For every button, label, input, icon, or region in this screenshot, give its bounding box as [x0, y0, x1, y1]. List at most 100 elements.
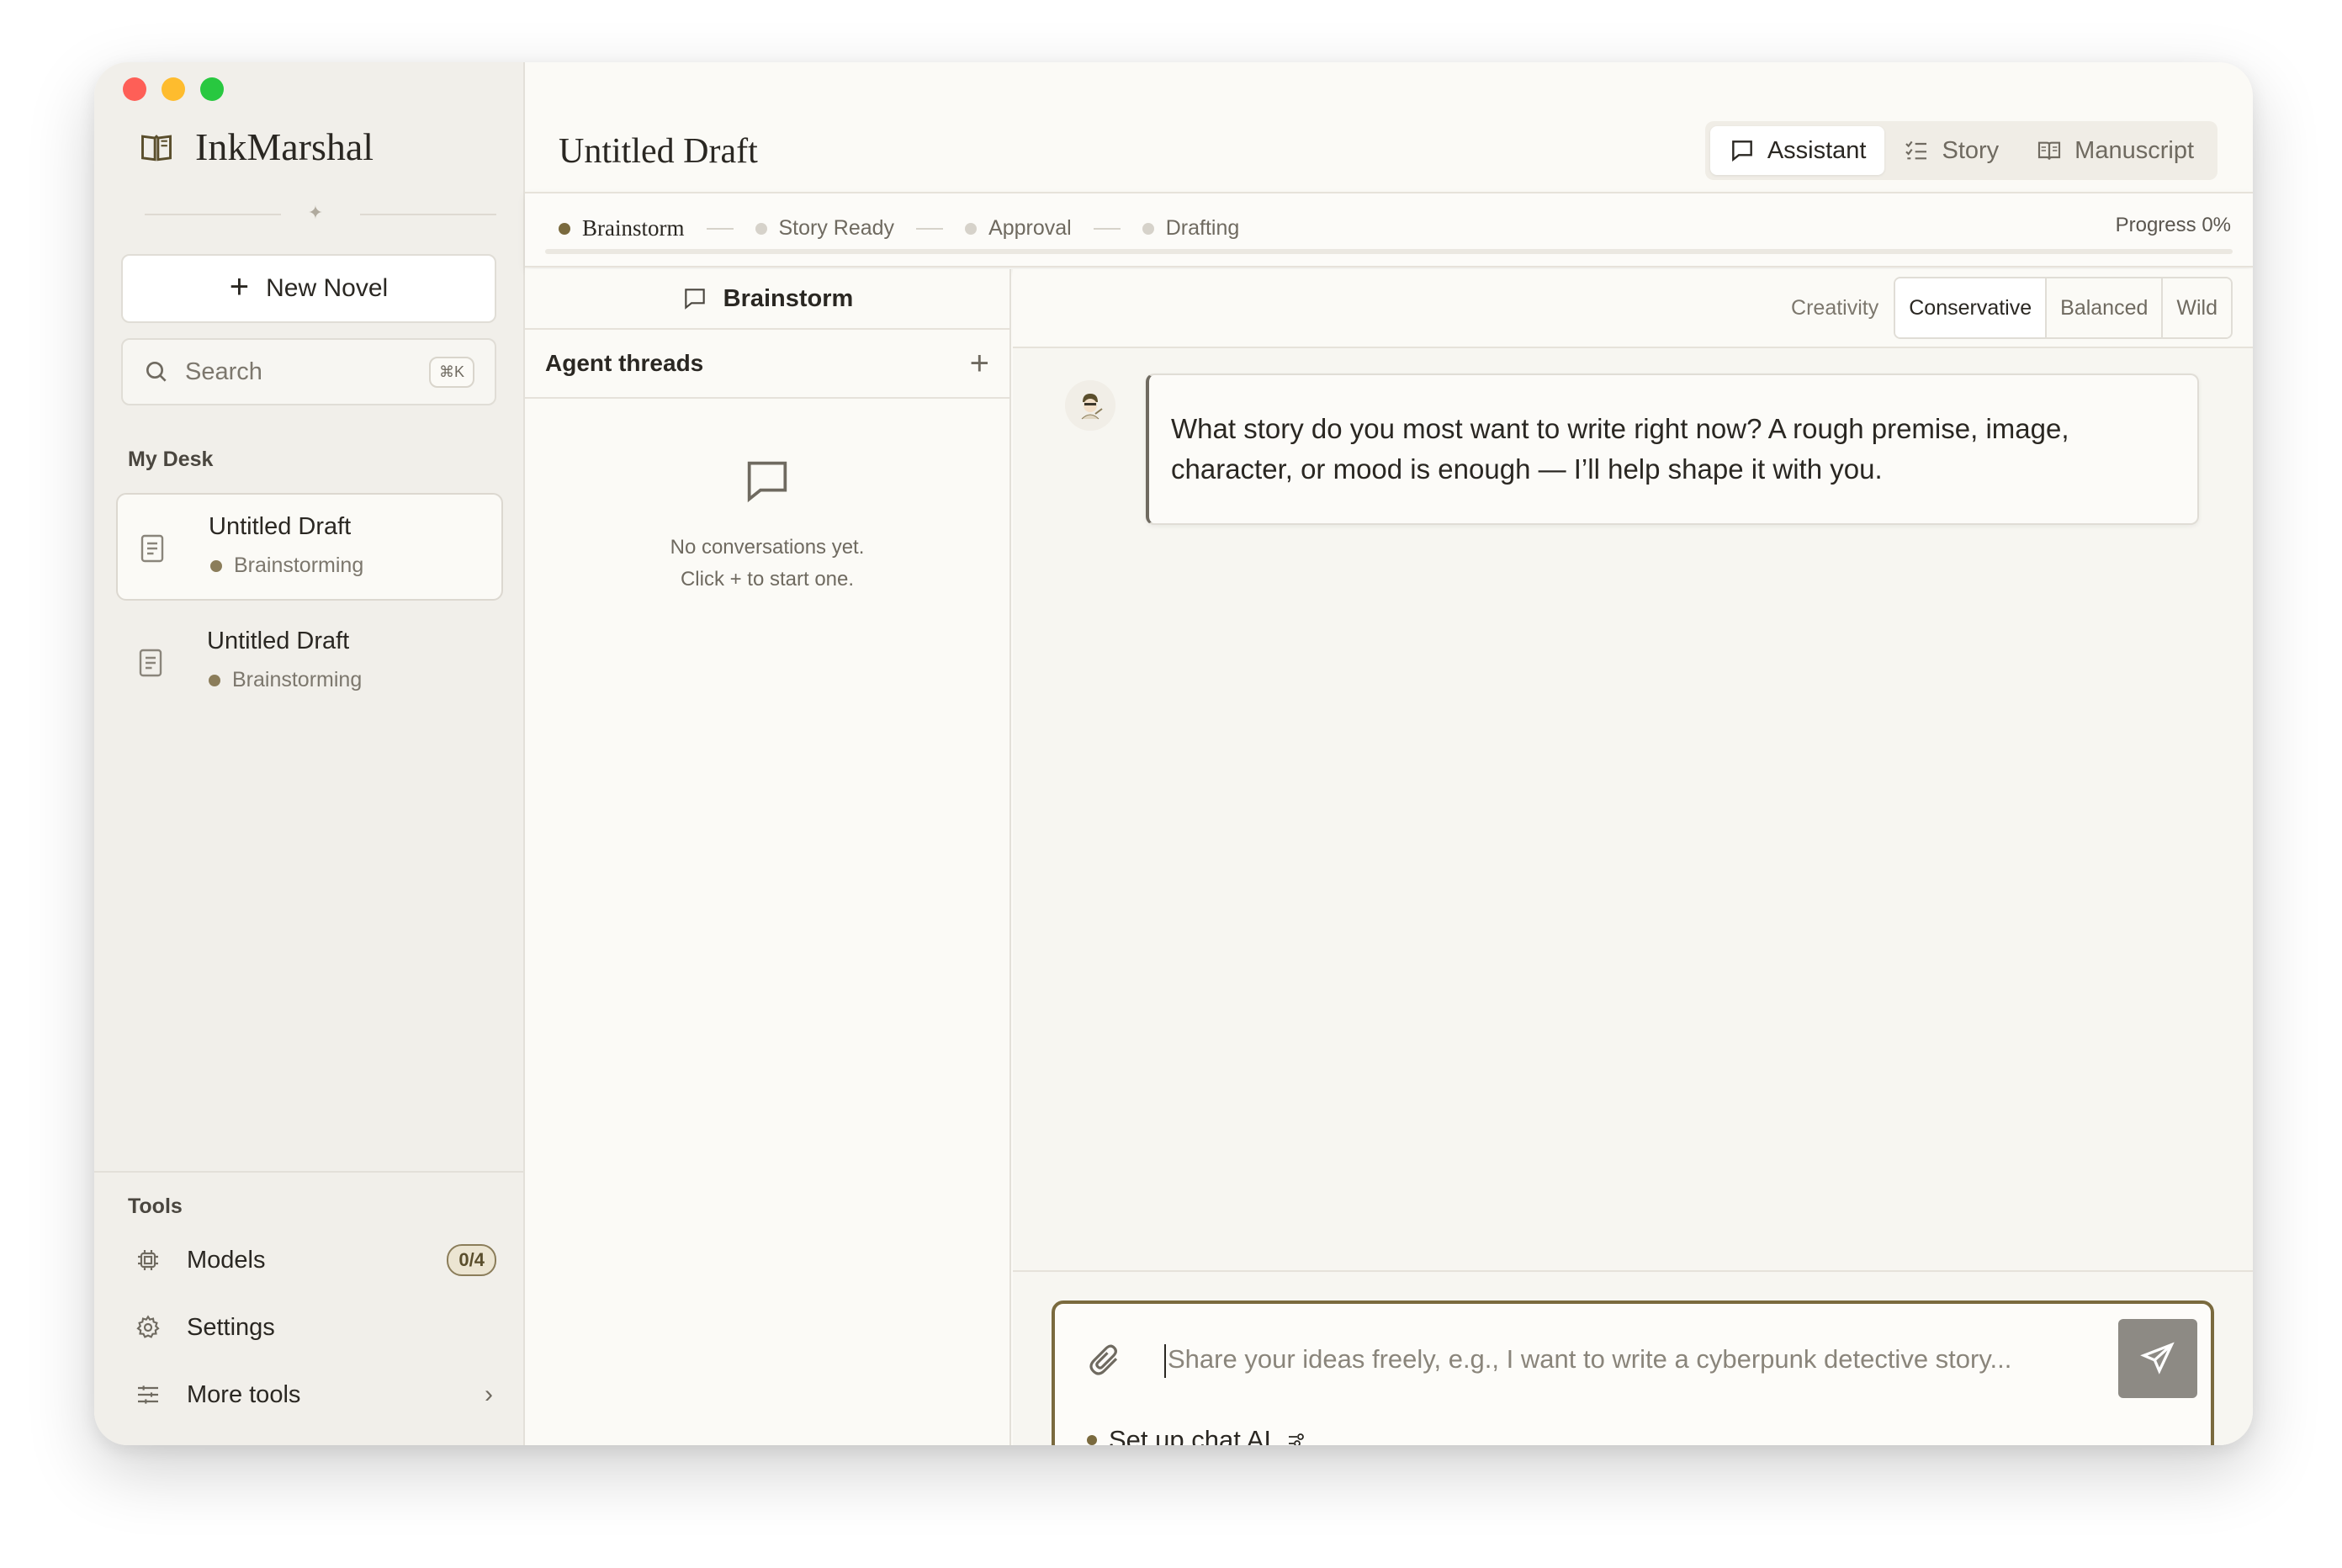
checklist-icon — [1905, 140, 1927, 160]
view-tabs: Assistant Story Manuscript — [1704, 121, 2217, 180]
models-label: Models — [187, 1246, 266, 1274]
creativity-conservative-button[interactable]: Conservative — [1895, 278, 2046, 337]
chat-panel: Creativity Conservative Balanced Wild Wh… — [1013, 269, 2253, 1445]
document-status: Brainstorming — [209, 554, 363, 578]
threads-panel: Brainstorm Agent threads + No conversati… — [525, 269, 1011, 1445]
app-name: InkMarshal — [195, 125, 374, 168]
document-title: Untitled Draft — [207, 628, 350, 654]
progress-label: Progress 0% — [2115, 214, 2231, 236]
document-status-label: Brainstorming — [234, 554, 364, 577]
stage-separator — [916, 227, 944, 230]
text-caret — [1164, 1344, 1166, 1378]
document-item[interactable]: Untitled Draft Brainstorming — [116, 609, 503, 717]
stage-list: Brainstorm Story Ready Approval Drafting — [559, 215, 1239, 241]
creativity-wild-button[interactable]: Wild — [2161, 278, 2231, 337]
document-icon — [140, 534, 164, 563]
chip-icon — [138, 1250, 158, 1270]
creativity-balanced-button[interactable]: Balanced — [2045, 278, 2162, 337]
document-status-label: Brainstorming — [232, 668, 363, 691]
brand-divider: ✦ — [135, 202, 496, 223]
stage-label: Drafting — [1165, 216, 1240, 240]
progress-track — [545, 249, 2233, 254]
message-bubble: What story do you most want to write rig… — [1146, 373, 2199, 525]
chat-bubble-icon — [747, 461, 787, 503]
search-input[interactable]: Search ⌘K — [121, 338, 496, 405]
stage-dot — [965, 222, 978, 235]
tab-story[interactable]: Story — [1884, 126, 2017, 175]
tab-manuscript-label: Manuscript — [2074, 136, 2194, 164]
stage-story-ready[interactable]: Story Ready — [755, 216, 895, 241]
composer: Share your ideas freely, e.g., I want to… — [1052, 1300, 2214, 1445]
empty-state: No conversations yet. Click + to start o… — [525, 399, 1009, 596]
threads-header[interactable]: Brainstorm — [525, 269, 1009, 330]
minimize-window-button[interactable] — [162, 77, 185, 101]
setup-chat-ai-button[interactable]: Set up chat AI — [1087, 1425, 1306, 1445]
tab-assistant-label: Assistant — [1767, 136, 1867, 164]
more-tools-label: More tools — [187, 1380, 301, 1408]
document-status: Brainstorming — [207, 668, 362, 692]
stage-label: Approval — [988, 216, 1072, 240]
close-window-button[interactable] — [123, 77, 146, 101]
models-button[interactable]: Models 0/4 — [135, 1235, 496, 1285]
settings-button[interactable]: Settings — [135, 1302, 496, 1353]
setup-chat-ai-label: Set up chat AI — [1109, 1425, 1272, 1445]
new-novel-label: New Novel — [266, 274, 389, 302]
page-title: Untitled Draft — [559, 132, 758, 171]
app-window: InkMarshal ✦ + New Novel Search ⌘K My De… — [94, 62, 2253, 1445]
document-icon — [139, 649, 162, 677]
settings-label: Settings — [187, 1313, 275, 1341]
document-title: Untitled Draft — [209, 513, 352, 540]
tools-label: Tools — [128, 1195, 183, 1218]
plus-icon: + — [229, 268, 250, 305]
zoom-window-button[interactable] — [200, 77, 224, 101]
stage-dot — [1142, 222, 1154, 235]
toggle-settings-icon — [1289, 1433, 1304, 1445]
agent-threads-row: Agent threads + — [525, 330, 1009, 399]
stage-approval[interactable]: Approval — [965, 216, 1072, 241]
new-novel-button[interactable]: + New Novel — [121, 254, 496, 323]
status-dot — [210, 559, 222, 572]
stage-separator — [706, 227, 734, 230]
main-area: Untitled Draft Assistant Story Manuscrip… — [525, 62, 2253, 1445]
stage-brainstorm[interactable]: Brainstorm — [559, 215, 685, 241]
empty-state-line1: No conversations yet. — [670, 536, 865, 559]
creativity-label: Creativity — [1791, 295, 1879, 320]
add-thread-button[interactable]: + — [970, 345, 989, 383]
chat-toolbar: Creativity Conservative Balanced Wild — [1013, 269, 2253, 348]
book-icon — [2038, 141, 2061, 160]
status-dot — [1087, 1435, 1097, 1445]
threads-header-label: Brainstorm — [723, 284, 854, 312]
more-tools-button[interactable]: More tools › — [135, 1369, 496, 1420]
stage-dot — [755, 222, 767, 235]
window-controls — [123, 77, 224, 101]
stage-dot — [559, 222, 570, 235]
my-desk-label: My Desk — [128, 448, 214, 471]
assistant-avatar-icon — [1065, 380, 1115, 431]
message-input[interactable]: Share your ideas freely, e.g., I want to… — [1168, 1344, 2011, 1375]
paperclip-icon[interactable] — [1087, 1343, 1122, 1378]
sparkle-icon: ✦ — [307, 202, 324, 223]
agent-threads-label: Agent threads — [545, 350, 704, 376]
top-bar: Untitled Draft Assistant Story Manuscrip… — [525, 62, 2253, 192]
chevron-right-icon: › — [485, 1380, 493, 1408]
avatar — [1065, 380, 1115, 431]
stage-separator — [1093, 227, 1121, 230]
stage-progress-bar: Brainstorm Story Ready Approval Drafting — [525, 192, 2253, 268]
stage-label: Story Ready — [778, 216, 895, 240]
send-button[interactable] — [2118, 1319, 2197, 1398]
stage-drafting[interactable]: Drafting — [1142, 216, 1240, 241]
tab-story-label: Story — [1942, 136, 2000, 164]
empty-state-line2: Click + to start one. — [680, 568, 855, 591]
tab-manuscript[interactable]: Manuscript — [2017, 126, 2212, 175]
open-book-logo-icon — [141, 134, 172, 161]
document-item[interactable]: Untitled Draft Brainstorming — [116, 493, 503, 601]
send-icon — [2140, 1342, 2175, 1375]
tab-assistant[interactable]: Assistant — [1709, 126, 1885, 175]
stage-label: Brainstorm — [582, 215, 685, 241]
search-icon — [146, 362, 167, 382]
creativity-selector: Conservative Balanced Wild — [1894, 277, 2233, 339]
brand: InkMarshal — [138, 124, 374, 169]
chat-icon — [1731, 140, 1752, 162]
models-count-badge: 0/4 — [447, 1244, 496, 1276]
sliders-icon — [138, 1385, 158, 1404]
